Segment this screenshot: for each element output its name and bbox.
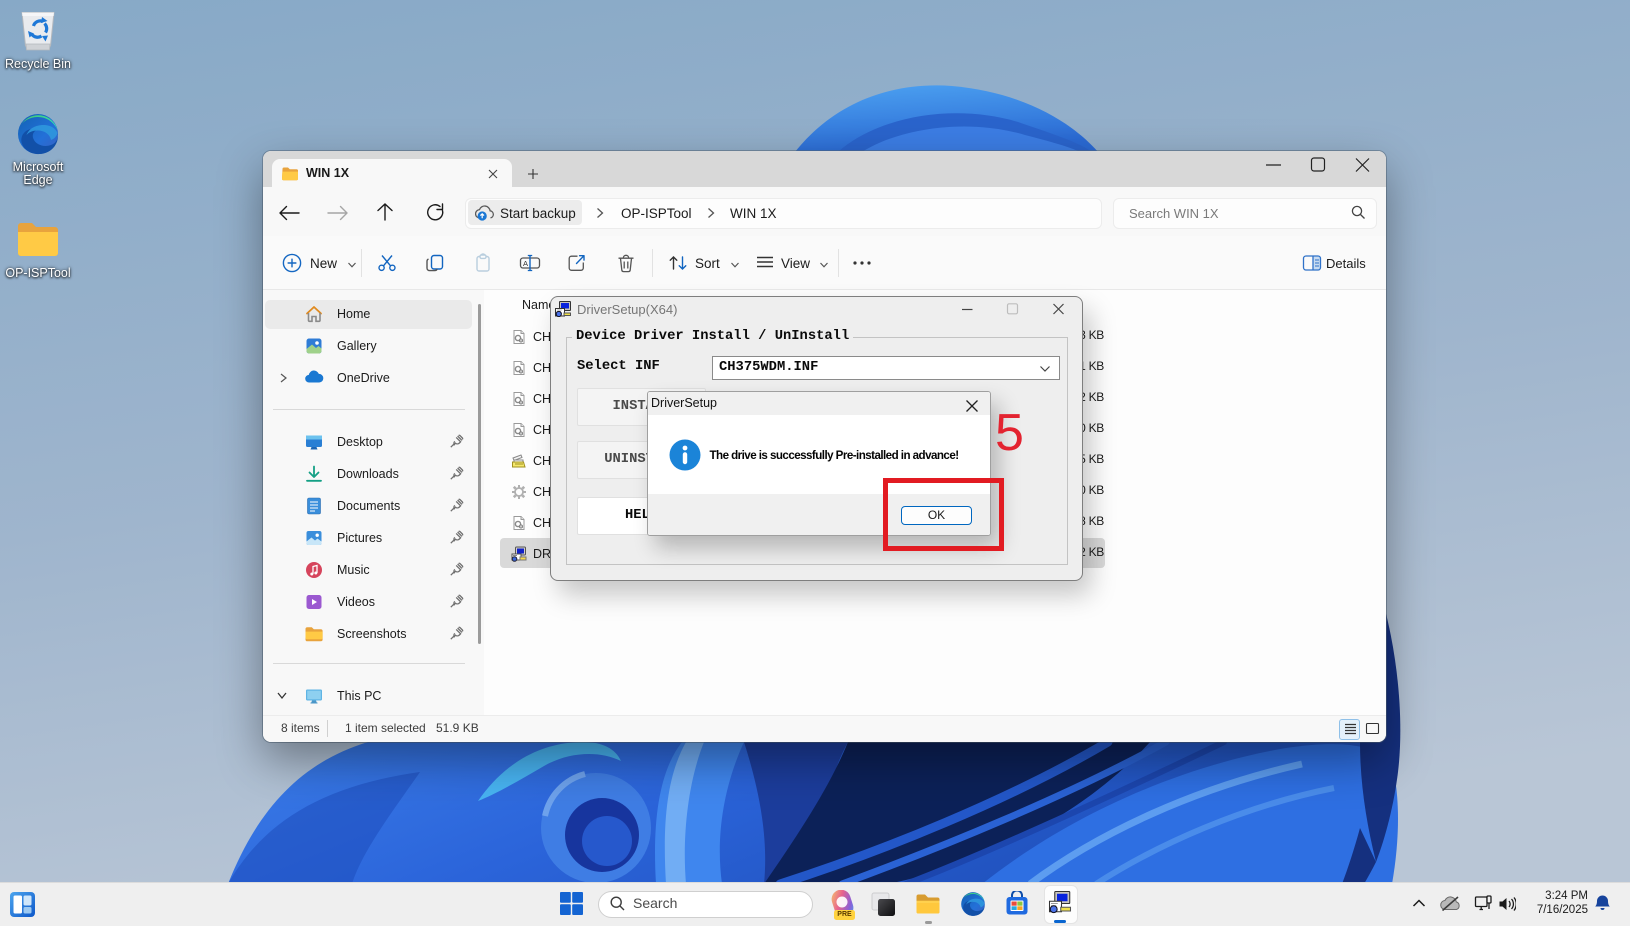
svg-text:A: A — [523, 259, 528, 268]
